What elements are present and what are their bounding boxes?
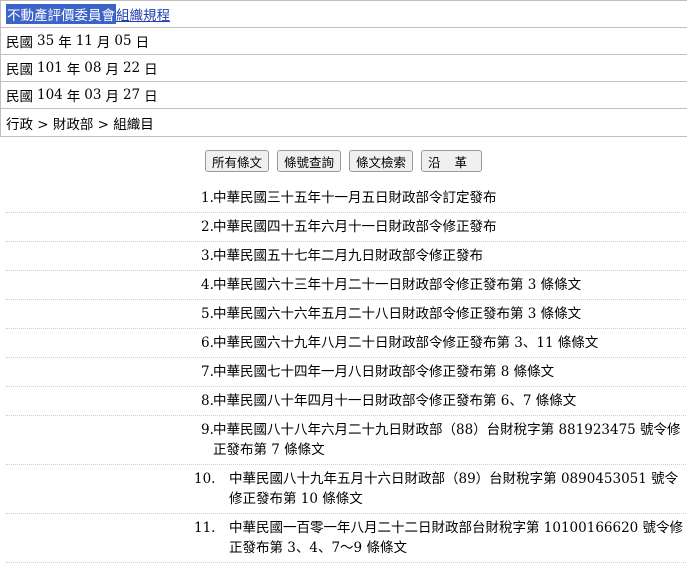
history-list: 1. 中華民國三十五年十一月五日財政部令訂定發布 2. 中華民國四十五年六月十一日財… <box>6 184 686 563</box>
law-title-selected[interactable]: 不動產評價委員會 <box>6 4 116 24</box>
history-item: 5. 中華民國六十六年五月二十八日財政部令修正發布第 3 條條文 <box>6 300 686 329</box>
action-buttons: 所有條文 條號查詢 條文檢索 沿革 <box>0 150 687 172</box>
history-item: 7. 中華民國七十四年一月八日財政部令修正發布第 8 條條文 <box>6 358 686 387</box>
history-item: 2. 中華民國四十五年六月十一日財政部令修正發布 <box>6 213 686 242</box>
article-query-button[interactable]: 條號查詢 <box>276 150 341 172</box>
article-search-button[interactable]: 條文檢索 <box>349 150 414 172</box>
date-row-2: 民國 101 年 08 月 22 日 <box>1 55 687 82</box>
law-header: 不動產評價委員會 組織規程 民國 35 年 11 月 05 日 民國 101 年 08 月 22 日 民國… <box>0 0 687 137</box>
history-item: 8. 中華民國八十年四月十一日財政部令修正發布第 6、7 條條文 <box>6 387 686 416</box>
all-articles-button[interactable]: 所有條文 <box>204 150 269 172</box>
history-item: 11. 中華民國一百零一年八月二十二日財政部台財稅字第 10100166620 號… <box>6 514 686 563</box>
law-title-row: 不動產評價委員會 組織規程 <box>1 1 687 28</box>
date-row-1: 民國 35 年 11 月 05 日 <box>1 28 687 55</box>
history-item: 3. 中華民國五十七年二月九日財政部令修正發布 <box>6 242 686 271</box>
breadcrumb-text: 行政 > 財政部 > 組織目 <box>6 116 154 133</box>
history-item: 10. 中華民國八十九年五月十六日財政部（89）台財稅字第 0890453051 … <box>6 465 686 514</box>
history-item: 4. 中華民國六十三年十月二十一日財政部令修正發布第 3 條條文 <box>6 271 686 300</box>
history-item: 6. 中華民國六十九年八月二十日財政部令修正發布第 3、11 條條文 <box>6 329 686 358</box>
law-title-link[interactable]: 組織規程 <box>116 4 170 24</box>
history-item: 1. 中華民國三十五年十一月五日財政部令訂定發布 <box>6 184 686 213</box>
history-item: 9. 中華民國八十八年六月二十九日財政部（88）台財稅字第 881923475 號… <box>6 416 686 465</box>
date-row-3: 民國 104 年 03 月 27 日 <box>1 82 687 109</box>
history-button[interactable]: 沿革 <box>421 150 483 172</box>
breadcrumb: 行政 > 財政部 > 組織目 <box>1 109 687 136</box>
